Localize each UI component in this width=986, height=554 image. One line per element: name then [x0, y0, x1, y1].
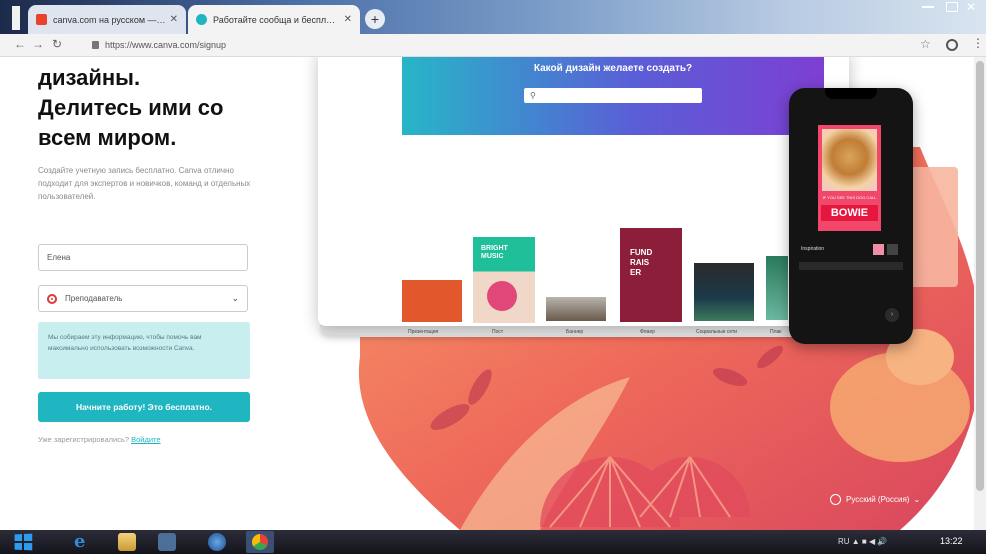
- new-tab-button[interactable]: +: [365, 9, 385, 29]
- page-scrollbar[interactable]: [974, 57, 986, 530]
- name-input[interactable]: Елена: [38, 244, 248, 271]
- template-flyer[interactable]: FUND RAIS ER: [620, 228, 682, 322]
- reload-icon[interactable]: ↻: [52, 37, 62, 51]
- url-text[interactable]: https://www.canva.com/signup: [105, 40, 226, 50]
- profile-avatar-icon[interactable]: [946, 39, 958, 51]
- scrollbar-thumb[interactable]: [976, 61, 984, 491]
- canva-signup-page: дизайны. Делитесь ими со всем миром. Соз…: [0, 57, 986, 530]
- chevron-down-icon: ⌄: [913, 495, 921, 504]
- window-system-menu[interactable]: [12, 6, 20, 30]
- bookmark-star-icon[interactable]: ☆: [920, 37, 931, 51]
- card-title: BOWIE: [821, 205, 878, 221]
- template-label: Социальные сети: [696, 329, 738, 335]
- template-presentation[interactable]: [402, 280, 462, 322]
- system-tray[interactable]: RU ▲ ■ ◀ 🔊: [838, 537, 887, 546]
- template-label: Баннер: [566, 329, 584, 335]
- canva-mobile-preview: IF YOU SEE THIS DOG CALL BOWIE Inspirati…: [789, 88, 913, 344]
- globe-app-icon[interactable]: [208, 533, 226, 551]
- template-label: Пост: [492, 329, 504, 335]
- close-tab-icon[interactable]: ✕: [344, 14, 352, 25]
- role-select-value: Преподаватель: [65, 294, 123, 303]
- chevron-down-icon: ⌄: [231, 293, 239, 303]
- close-window-icon[interactable]: ✕: [966, 0, 976, 14]
- globe-icon: [830, 494, 841, 505]
- color-swatch[interactable]: [873, 244, 884, 255]
- template-banner[interactable]: [546, 297, 606, 321]
- template-social[interactable]: [694, 263, 754, 321]
- signup-headline: дизайны. Делитесь ими со всем миром.: [38, 63, 298, 153]
- tab-title: Работайте сообща и бесплатно с Canva: [213, 14, 340, 25]
- name-input-value: Елена: [47, 253, 71, 262]
- canva-hero-banner: Какой дизайн желаете создать? ⚲: [402, 57, 824, 135]
- template-text: FUND RAIS ER: [630, 248, 653, 277]
- media-player-icon[interactable]: [158, 533, 176, 551]
- yandex-favicon-icon: [36, 14, 47, 25]
- browser-toolbar: ← → ↻ https://www.canva.com/signup ☆ ⋮: [0, 34, 986, 57]
- phone-fab-icon[interactable]: ›: [885, 308, 899, 322]
- role-radio-icon: [47, 293, 57, 304]
- maximize-window-icon[interactable]: [946, 2, 958, 12]
- phone-design-card: IF YOU SEE THIS DOG CALL BOWIE: [818, 125, 881, 231]
- signup-description: Создайте учетную запись бесплатно. Canva…: [38, 166, 251, 201]
- canva-desktop-preview: Какой дизайн желаете создать? ⚲ Презента…: [318, 57, 849, 335]
- taskbar-clock[interactable]: 13:22: [940, 536, 963, 546]
- language-switcher[interactable]: Русский (Россия) ⌄: [830, 494, 920, 505]
- windows-start-icon[interactable]: [14, 533, 33, 551]
- forward-arrow-icon[interactable]: →: [32, 37, 44, 51]
- template-label: Презентация: [408, 329, 439, 335]
- template-label: Флаер: [640, 329, 655, 335]
- minimize-window-icon[interactable]: [922, 6, 934, 8]
- tab-yandex[interactable]: canva.com на русском — Яндекс ✕: [28, 5, 186, 34]
- hero-illustration: Какой дизайн желаете создать? ⚲ Презента…: [300, 57, 986, 530]
- card-top-text: IF YOU SEE THIS DOG CALL: [822, 195, 877, 200]
- lock-icon: [92, 41, 99, 49]
- login-prompt: Уже зарегистрировались? Войдите: [38, 435, 161, 444]
- color-swatch[interactable]: [887, 244, 898, 255]
- phone-label: Inspiration: [801, 246, 825, 252]
- address-bar[interactable]: https://www.canva.com/signup: [80, 36, 920, 54]
- headline-line: всем миром.: [38, 125, 177, 150]
- login-prompt-text: Уже зарегистрировались?: [38, 435, 130, 444]
- start-free-button[interactable]: Начните работу! Это бесплатно.: [38, 392, 250, 422]
- back-arrow-icon[interactable]: ←: [14, 37, 26, 51]
- template-post[interactable]: BRIGHT MUSIC: [473, 237, 535, 323]
- canva-favicon-icon: [196, 14, 207, 25]
- design-search-input[interactable]: ⚲: [524, 88, 702, 103]
- phone-toolbar: [799, 262, 903, 270]
- drum-icon: [487, 281, 517, 311]
- tab-canva[interactable]: Работайте сообща и бесплатно с Canva ✕: [188, 5, 360, 34]
- close-tab-icon[interactable]: ✕: [170, 14, 178, 25]
- language-label: Русский (Россия): [846, 495, 910, 504]
- dog-photo: [822, 129, 877, 191]
- template-text: BRIGHT MUSIC: [481, 245, 508, 260]
- internet-explorer-icon[interactable]: e: [74, 533, 92, 551]
- headline-line: Делитесь ими со: [38, 95, 224, 120]
- template-poster[interactable]: [766, 256, 788, 320]
- login-link[interactable]: Войдите: [131, 435, 160, 444]
- chrome-icon[interactable]: [246, 531, 274, 553]
- browser-tab-bar: canva.com на русском — Яндекс ✕ Работайт…: [0, 0, 986, 34]
- hero-title: Какой дизайн желаете создать?: [533, 63, 693, 74]
- phone-notch: [825, 88, 877, 99]
- browser-menu-icon[interactable]: ⋮: [972, 36, 984, 50]
- windows-taskbar: e RU ▲ ■ ◀ 🔊 13:22: [0, 530, 986, 554]
- headline-line: дизайны.: [38, 65, 141, 90]
- info-notice: Мы собираем эту информацию, чтобы помочь…: [38, 322, 250, 379]
- file-explorer-icon[interactable]: [118, 533, 136, 551]
- template-label: Плак: [770, 329, 782, 335]
- tab-title: canva.com на русском — Яндекс: [53, 14, 166, 25]
- role-select[interactable]: Преподаватель ⌄: [38, 285, 248, 312]
